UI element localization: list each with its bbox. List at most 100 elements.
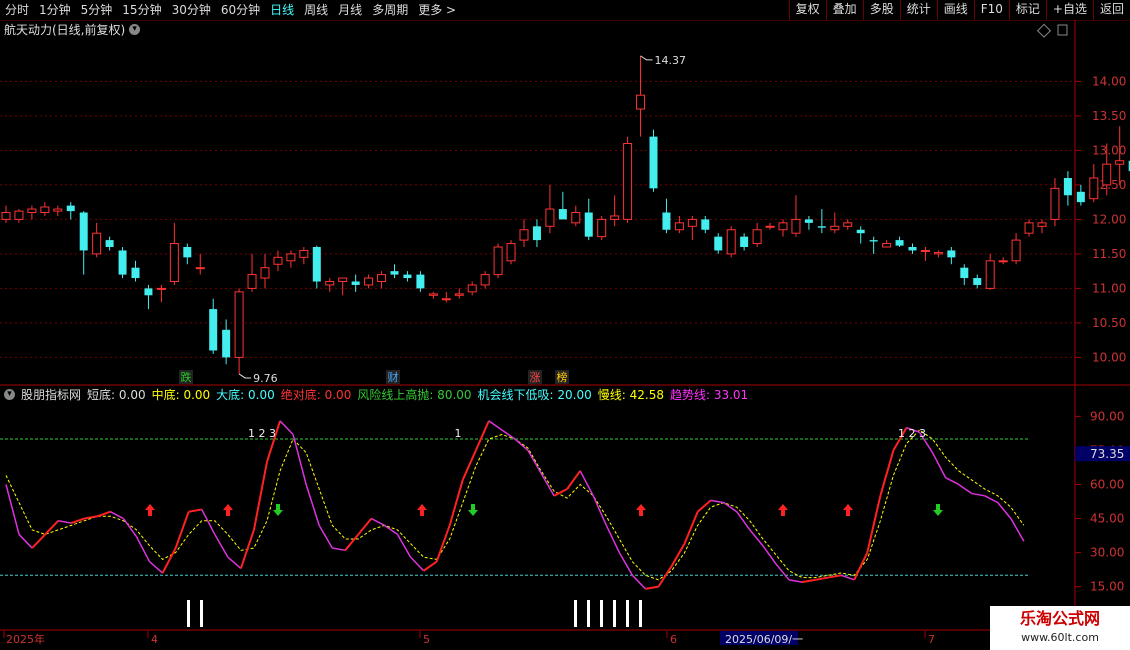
up-arrow-icon xyxy=(636,504,646,516)
price-axis-label: 10.50 xyxy=(1092,316,1126,330)
signal-bar xyxy=(574,600,577,627)
candle-body xyxy=(895,240,904,246)
candle-body xyxy=(701,219,710,230)
candle-body xyxy=(183,247,192,258)
candle-body xyxy=(14,210,24,220)
trend-line-segment xyxy=(579,470,594,497)
trend-line-segment xyxy=(474,420,490,451)
candle-body xyxy=(869,240,878,242)
trend-line-segment xyxy=(84,515,98,520)
date-axis-label: 6 xyxy=(670,633,677,646)
trend-line-segment xyxy=(945,476,959,486)
sequence-label: 1 xyxy=(455,427,462,440)
trend-line-segment xyxy=(149,561,164,574)
candle-body xyxy=(960,267,969,279)
trend-line-segment xyxy=(566,470,582,490)
trend-line-segment xyxy=(592,495,607,526)
candle-body xyxy=(920,249,930,252)
indicator-name: 股朋指标网 xyxy=(21,387,82,402)
candle-body xyxy=(247,274,257,289)
event-marker-label: 财 xyxy=(388,370,399,384)
trend-line-segment xyxy=(866,495,882,553)
date-axis-label: 2025/06/09/一 xyxy=(725,633,803,646)
candle-body xyxy=(882,243,892,248)
sequence-label: 1 2 3 xyxy=(248,427,276,440)
trend-line-segment xyxy=(657,565,673,588)
candle-body xyxy=(1063,178,1072,196)
trend-line-segment xyxy=(958,483,973,495)
candle-body xyxy=(545,208,555,227)
up-arrow-icon xyxy=(843,504,853,516)
down-arrow-icon xyxy=(468,504,478,516)
candle-body xyxy=(714,236,723,251)
up-arrow-icon xyxy=(417,504,427,516)
signal-bar xyxy=(200,600,203,627)
price-axis-label: 13.50 xyxy=(1092,109,1126,123)
candle-body xyxy=(973,278,982,285)
trend-line-segment xyxy=(710,499,724,504)
candle-body xyxy=(752,229,762,245)
candle-body xyxy=(364,277,374,286)
trend-line-segment xyxy=(501,429,516,440)
candle-body xyxy=(416,274,425,289)
trend-line-segment xyxy=(122,518,138,538)
candle-body xyxy=(843,222,853,227)
candle-body xyxy=(571,212,581,224)
candle-body xyxy=(144,288,153,296)
indicator-field: 绝对底: 0.00 xyxy=(280,387,352,402)
up-arrow-icon xyxy=(778,504,788,516)
trend-line-segment xyxy=(239,529,255,569)
candle-body xyxy=(597,218,607,238)
indicator-legend: ▾ 股朋指标网 短底: 0.00 中底: 0.00 大底: 0.00 绝对底: 0.0… xyxy=(4,387,748,402)
trend-line-segment xyxy=(801,578,816,584)
trend-line-segment xyxy=(723,502,738,513)
trend-line-segment xyxy=(201,509,216,535)
candle-body xyxy=(454,293,464,296)
candle-body xyxy=(584,212,593,237)
indicator-field: 大底: 0.00 xyxy=(216,387,275,402)
trend-line-segment xyxy=(670,543,686,567)
candle-body xyxy=(299,249,309,258)
candle-body xyxy=(623,143,633,220)
price-axis-label: 13.00 xyxy=(1092,143,1126,157)
trend-line-segment xyxy=(605,525,621,553)
date-axis-label: 7 xyxy=(928,633,935,646)
trend-line-segment xyxy=(305,484,320,526)
chevron-down-icon[interactable]: ▾ xyxy=(4,388,15,400)
candle-body xyxy=(286,253,296,262)
candle-body xyxy=(817,226,826,228)
candle-body xyxy=(53,208,63,212)
signal-bar xyxy=(639,600,642,627)
chart-canvas: 14.0013.5013.0012.5012.0011.5011.0010.50… xyxy=(0,20,1130,646)
trend-line-segment xyxy=(645,585,659,590)
candle-body xyxy=(998,260,1008,263)
trend-line-segment xyxy=(762,545,777,565)
indicator-field: 机会线下低吸: 20.00 xyxy=(477,387,592,402)
high-price-label: 14.37 xyxy=(655,54,687,67)
trend-line-segment xyxy=(618,552,634,576)
down-arrow-icon xyxy=(273,504,283,516)
high-pointer xyxy=(640,55,653,61)
candle-body xyxy=(351,281,360,285)
candle-body xyxy=(1024,222,1034,234)
candle-body xyxy=(1037,222,1047,227)
event-marker-label: 涨 xyxy=(530,371,541,384)
price-axis-label: 10.00 xyxy=(1092,350,1126,364)
trend-line-segment xyxy=(931,452,947,479)
trend-line-segment xyxy=(788,579,803,583)
signal-bar xyxy=(587,600,590,627)
signal-bar xyxy=(626,600,629,627)
candle-body xyxy=(441,298,451,301)
up-arrow-icon xyxy=(145,504,155,516)
candle-body xyxy=(260,267,270,279)
signal-bar xyxy=(613,600,616,627)
trend-line-segment xyxy=(814,576,829,581)
date-axis-label: 4 xyxy=(151,633,158,646)
candle-body xyxy=(908,247,917,251)
ind-axis-label: 15.00 xyxy=(1090,580,1124,594)
candle-body xyxy=(131,267,140,279)
trend-line-segment xyxy=(514,438,529,451)
low-price-label: 9.76 xyxy=(253,372,278,385)
candle-body xyxy=(636,94,646,110)
trend-line-segment xyxy=(214,534,229,558)
